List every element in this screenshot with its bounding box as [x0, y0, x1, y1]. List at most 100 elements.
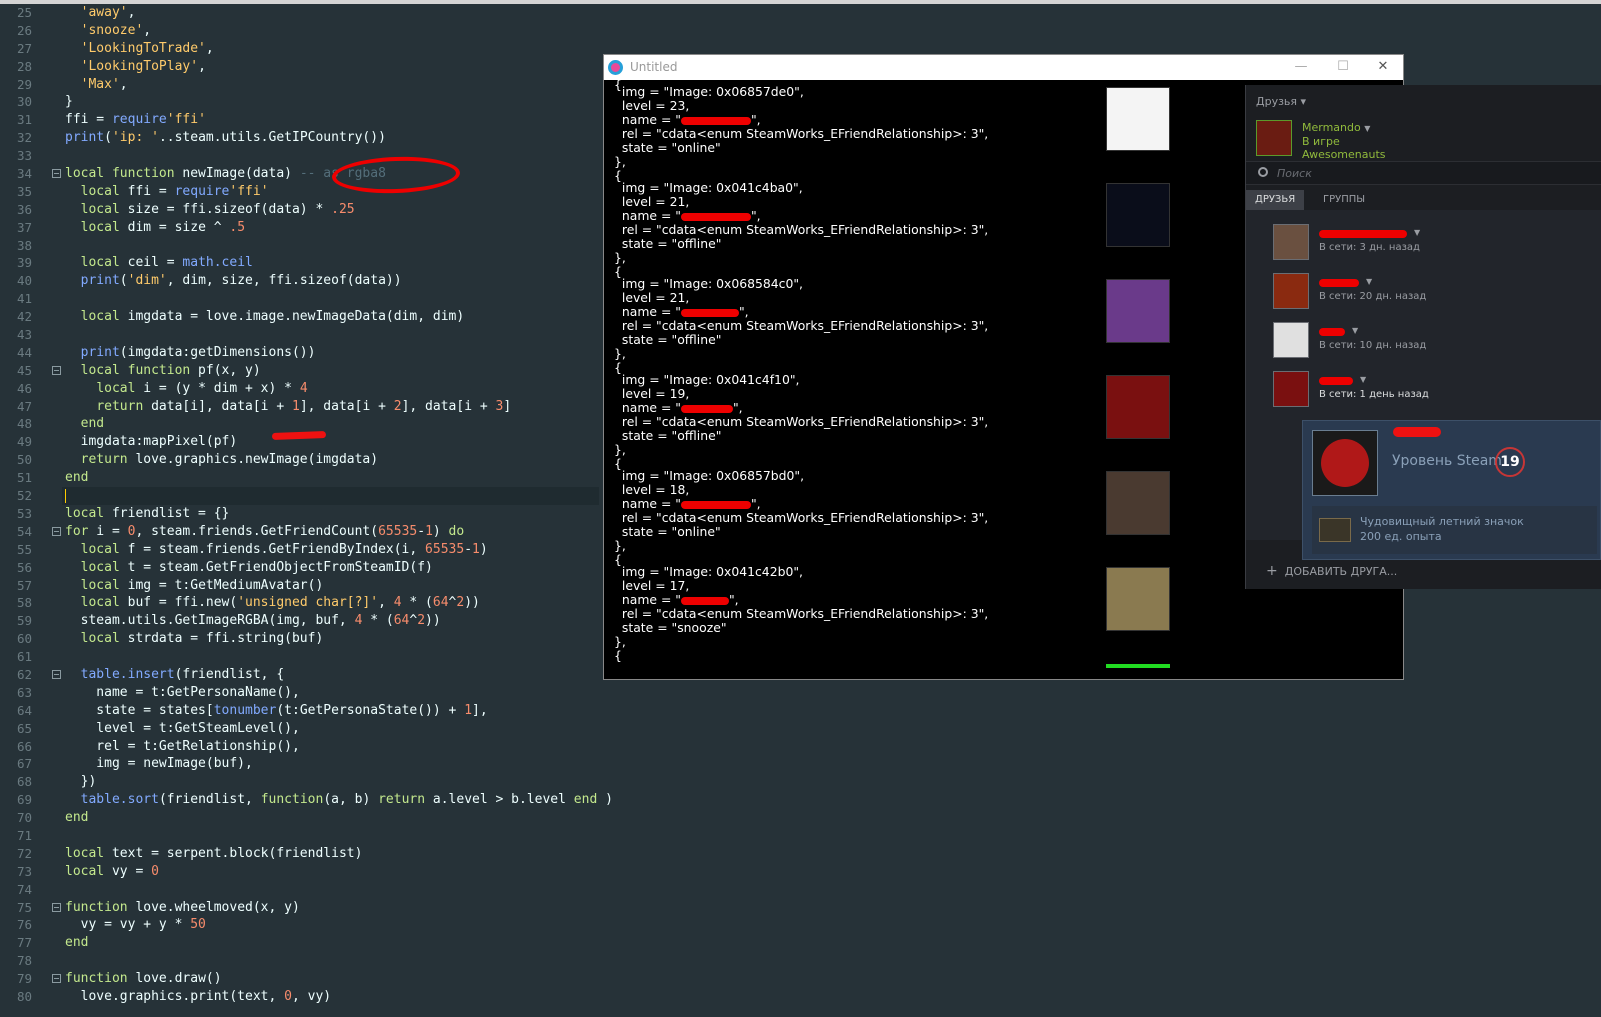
line-number: 78: [16, 953, 32, 969]
code-line[interactable]: 73 local vy = 0: [0, 863, 1601, 881]
code-text: local dim = size ^ .5: [80, 219, 246, 235]
code-line[interactable]: 75 function love.wheelmoved(x, y): [0, 899, 1601, 917]
code-line[interactable]: 74: [0, 881, 1601, 899]
code-text: state = states[tonumber(t:GetPersonaStat…: [65, 702, 488, 718]
avatar-face: [1321, 439, 1369, 487]
chevron-down-icon[interactable]: ▼: [1360, 375, 1366, 384]
friends-search[interactable]: Поиск: [1246, 161, 1601, 185]
redacted-name: [1393, 427, 1441, 437]
code-line[interactable]: 66 rel = t:GetRelationship(),: [0, 738, 1601, 756]
code-text: local vy = 0: [65, 863, 159, 879]
friend-avatar[interactable]: [1273, 224, 1309, 260]
steam-level-badge: 19: [1495, 447, 1525, 477]
code-text: }): [65, 774, 97, 790]
entry-rel: rel = "cdata<enum SteamWorks_EFriendRela…: [614, 126, 989, 141]
fold-toggle-icon[interactable]: [52, 526, 61, 536]
search-input[interactable]: Поиск: [1277, 167, 1312, 180]
code-line[interactable]: 78: [0, 952, 1601, 970]
code-line[interactable]: 76 vy = vy + y * 50: [0, 916, 1601, 934]
fold-toggle-icon[interactable]: [52, 669, 61, 679]
friend-avatar[interactable]: [1273, 322, 1309, 358]
chevron-down-icon[interactable]: ▼: [1352, 326, 1358, 335]
code-text: local ffi = require'ffi': [80, 183, 269, 199]
user-name-label: Mermando: [1302, 121, 1361, 134]
maximize-button[interactable]: ☐: [1328, 57, 1358, 77]
love-titlebar[interactable]: Untitled — ☐ ✕: [604, 55, 1403, 80]
redacted-name: [1319, 279, 1359, 287]
line-number: 65: [16, 720, 32, 736]
friend-entry: img = "Image: 0x041c4f10", level = 19, n…: [614, 373, 1174, 471]
line-number: 43: [16, 327, 32, 343]
entry-close: },: [614, 346, 626, 361]
code-text: 'LookingToTrade',: [80, 40, 214, 56]
line-number: 38: [16, 237, 32, 253]
code-line[interactable]: 79 function love.draw(): [0, 970, 1601, 988]
line-number: 26: [16, 22, 32, 38]
code-text: imgdata:mapPixel(pf): [65, 434, 238, 450]
fold-toggle-icon[interactable]: [52, 974, 61, 984]
close-button[interactable]: ✕: [1368, 57, 1398, 77]
friend-avatar: [1106, 471, 1170, 535]
friend-status: В сети: 10 дн. назад: [1319, 340, 1427, 351]
code-line[interactable]: 26 'snooze',: [0, 22, 1601, 40]
chevron-down-icon[interactable]: ▼: [1366, 277, 1372, 286]
code-line[interactable]: 64 state = states[tonumber(t:GetPersonaS…: [0, 702, 1601, 720]
line-number: 50: [16, 452, 32, 468]
friend-entry: img = "Image: 0x068584c0", level = 21, n…: [614, 277, 1174, 375]
line-number: 57: [16, 577, 32, 593]
line-number: 36: [16, 201, 32, 217]
add-friend-button[interactable]: + ДОБАВИТЬ ДРУГА...: [1266, 563, 1397, 579]
friends-header[interactable]: Друзья ▾: [1256, 95, 1306, 108]
code-text: }: [65, 94, 73, 110]
code-line[interactable]: 72 local text = serpent.block(friendlist): [0, 845, 1601, 863]
code-line[interactable]: 67 img = newImage(buf),: [0, 755, 1601, 773]
entry-img: img = "Image: 0x041c42b0",: [614, 564, 803, 579]
line-number: 31: [16, 112, 32, 128]
code-line[interactable]: 70 end: [0, 809, 1601, 827]
code-line[interactable]: 65 level = t:GetSteamLevel(),: [0, 720, 1601, 738]
line-number: 73: [16, 863, 32, 879]
line-number: 62: [16, 666, 32, 682]
line-number: 30: [16, 94, 32, 110]
tab-friends[interactable]: ДРУЗЬЯ: [1246, 190, 1305, 210]
line-number: 59: [16, 613, 32, 629]
friend-avatar[interactable]: [1273, 371, 1309, 407]
code-line[interactable]: 80 love.graphics.print(text, 0, vy): [0, 988, 1601, 1006]
code-line[interactable]: 71: [0, 827, 1601, 845]
fold-toggle-icon[interactable]: [52, 169, 61, 179]
entry-level: level = 23,: [614, 98, 690, 113]
user-name[interactable]: Mermando ▼: [1302, 121, 1370, 134]
minimize-button[interactable]: —: [1286, 57, 1316, 77]
fold-toggle-icon[interactable]: [52, 902, 61, 912]
line-number: 63: [16, 684, 32, 700]
code-line[interactable]: 68 }): [0, 773, 1601, 791]
entry-state: state = "offline": [614, 428, 722, 443]
code-line[interactable]: 63 name = t:GetPersonaName(),: [0, 684, 1601, 702]
code-text: ffi = require'ffi': [65, 112, 206, 128]
user-avatar[interactable]: [1256, 120, 1292, 156]
profile-popup: Уровень Steam 19 Чудовищный летний значо…: [1302, 420, 1601, 560]
entry-state: state = "snooze": [614, 620, 727, 635]
code-text: end: [65, 935, 89, 951]
friend-avatar[interactable]: [1273, 273, 1309, 309]
line-number: 61: [16, 649, 32, 665]
entry-rel: rel = "cdata<enum SteamWorks_EFriendRela…: [614, 510, 989, 525]
add-friend-label: ДОБАВИТЬ ДРУГА...: [1284, 565, 1398, 578]
fold-toggle-icon[interactable]: [52, 365, 61, 375]
redacted-name: [680, 116, 751, 125]
chevron-down-icon[interactable]: ▼: [1414, 228, 1420, 237]
code-line[interactable]: 25 'away',: [0, 4, 1601, 22]
code-line[interactable]: 69 table.sort(friendlist, function(a, b)…: [0, 791, 1601, 809]
line-number: 67: [16, 756, 32, 772]
entry-name: name = " ",: [614, 496, 761, 511]
line-number: 72: [16, 845, 32, 861]
code-text: function love.draw(): [65, 971, 222, 987]
line-number: 69: [16, 792, 32, 808]
next-avatar-edge: [1106, 664, 1170, 668]
friend-status: В сети: 20 дн. назад: [1319, 291, 1427, 302]
code-line[interactable]: 77 end: [0, 934, 1601, 952]
code-text: 'LookingToPlay',: [80, 58, 206, 74]
entry-close: },: [614, 442, 626, 457]
tab-groups[interactable]: ГРУППЫ: [1314, 190, 1374, 210]
line-number: 46: [16, 380, 32, 396]
